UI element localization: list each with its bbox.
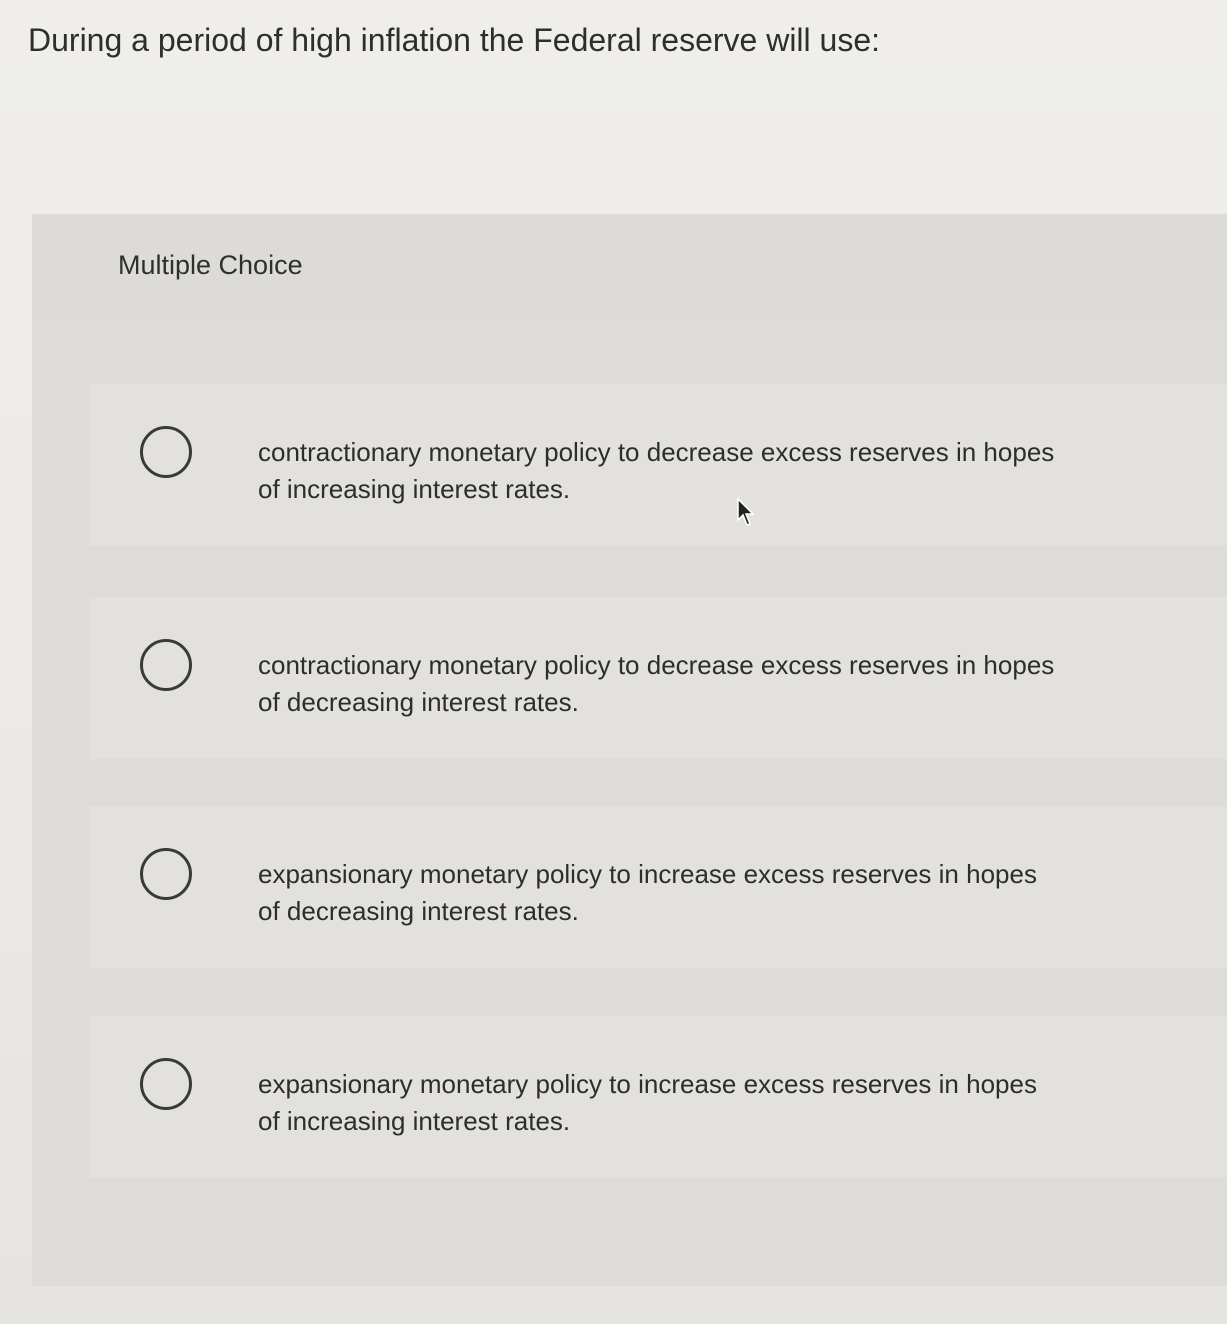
radio-unchecked-icon[interactable] <box>140 426 192 478</box>
radio-unchecked-icon[interactable] <box>140 1058 192 1110</box>
radio-unchecked-icon[interactable] <box>140 848 192 900</box>
choice-label: expansionary monetary policy to increase… <box>258 1069 1037 1136</box>
choice-label: expansionary monetary policy to increase… <box>258 859 1037 926</box>
choice-label: contractionary monetary policy to decrea… <box>258 650 1055 717</box>
choice-option-2[interactable]: contractionary monetary policy to decrea… <box>90 597 1227 759</box>
question-text: During a period of high inflation the Fe… <box>28 22 881 58</box>
radio-unchecked-icon[interactable] <box>140 639 192 691</box>
choice-option-3[interactable]: expansionary monetary policy to increase… <box>90 806 1227 968</box>
choice-label: contractionary monetary policy to decrea… <box>258 437 1055 504</box>
mouse-pointer-icon <box>737 498 755 526</box>
quiz-page: During a period of high inflation the Fe… <box>0 0 1227 1324</box>
section-label: Multiple Choice <box>118 250 303 280</box>
choice-option-4[interactable]: expansionary monetary policy to increase… <box>90 1016 1227 1178</box>
multiple-choice-header: Multiple Choice <box>32 214 1227 318</box>
multiple-choice-panel: Multiple Choice contractionary monetary … <box>32 214 1227 1286</box>
choice-option-1[interactable]: contractionary monetary policy to decrea… <box>90 384 1227 546</box>
